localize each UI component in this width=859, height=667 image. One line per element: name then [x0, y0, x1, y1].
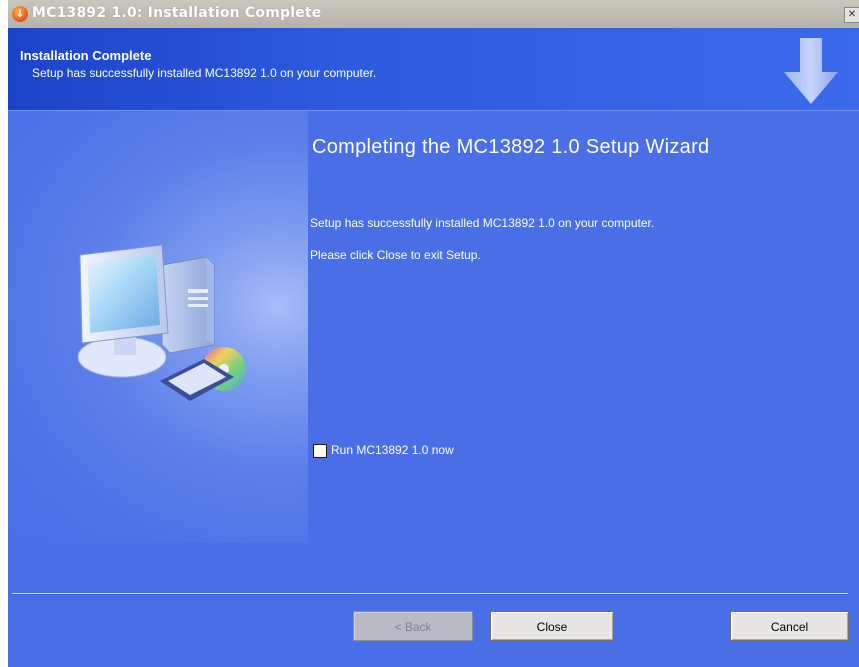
installer-window: ↓ MC13892 1.0: Installation Complete ✕ I…: [8, 0, 859, 667]
cancel-button[interactable]: Cancel: [730, 611, 849, 641]
wizard-side-panel: [8, 111, 308, 543]
header-subtitle: Setup has successfully installed MC13892…: [32, 66, 377, 80]
checkbox-icon[interactable]: [313, 444, 327, 458]
button-divider: [12, 593, 848, 595]
computer-icon: [77, 244, 246, 401]
installer-icon: ↓: [12, 6, 28, 22]
run-now-label[interactable]: Run MC13892 1.0 now: [331, 443, 454, 457]
back-button[interactable]: < Back: [353, 611, 473, 641]
header-banner: Installation Complete Setup has successf…: [8, 28, 859, 111]
close-instruction: Please click Close to exit Setup.: [310, 248, 481, 262]
download-arrow-icon: [784, 38, 838, 104]
success-message: Setup has successfully installed MC13892…: [310, 216, 655, 230]
page-title: Completing the MC13892 1.0 Setup Wizard: [312, 136, 710, 158]
header-title: Installation Complete: [20, 48, 152, 63]
close-button[interactable]: Close: [490, 611, 614, 641]
title-bar: ↓ MC13892 1.0: Installation Complete ✕: [8, 0, 859, 29]
title-close-icon[interactable]: ✕: [844, 7, 859, 23]
window-title: MC13892 1.0: Installation Complete: [32, 5, 322, 21]
